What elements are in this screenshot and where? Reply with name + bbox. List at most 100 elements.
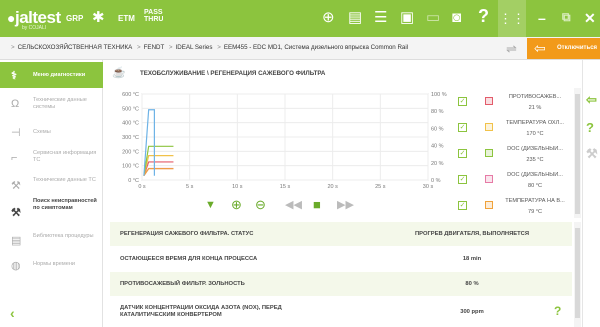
arrow-left-icon[interactable]: ⇦ [586,92,597,108]
y-right-tick-label: 60 % [431,126,444,132]
page-title: ТЕХОБСЛУЖИВАНИЕ \ РЕГЕНЕРАЦИЯ САЖЕВОГО Ф… [140,70,326,77]
globe-icon[interactable]: ⊕ [322,10,335,25]
library-icon: ▤ [11,235,22,247]
mechanic-icon[interactable]: ✱ [92,10,105,25]
fast-forward-icon[interactable]: ▶▶ [337,197,354,213]
legend-name: ТЕМПЕРАТУРА НА В... [505,198,565,204]
schemes-icon: ⊣ [11,127,21,139]
checkbox[interactable]: ✓ [458,175,467,184]
tools-icon[interactable]: ⚒ [586,146,598,162]
time-icon: ◍ [11,260,21,272]
service-info-icon: ⌐ [11,152,18,164]
close-button[interactable]: ✕ [584,10,596,27]
document-icon[interactable]: ▤ [348,10,362,25]
pass-thru-button[interactable]: PASS THRU [144,9,163,23]
top-bar: ●jaltest by COJALI GRP ✱ ETM PASS THRU ⊕ … [0,0,600,37]
oil-can-icon: ☕ [112,67,126,79]
table-row: ДАТЧИК КОНЦЕНТРАЦИИ ОКСИДА АЗОТА (NOX), … [120,304,562,318]
color-swatch [485,201,493,209]
checkbox[interactable]: ✓ [458,97,467,106]
breadcrumb-item[interactable]: СЕЛЬСКОХОЗЯЙСТВЕННАЯ ТЕХНИКА [18,44,133,51]
briefcase-icon[interactable]: ▣ [400,10,414,25]
sidebar-item-troubleshooting[interactable]: ⚒ Поиск неисправностей по симптомам [0,198,103,228]
legend-value: 21 % [528,105,542,111]
breadcrumb-item[interactable]: IDEAL Series [176,44,213,51]
y-left-tick-label: 200 °C [122,149,139,155]
table-row: ПРОТИВОСАЖЕВЫЙ ФИЛЬТР. ЗОЛЬНОСТЬ 80 % [110,272,572,296]
legend-item[interactable]: ✓ ПРОТИВОСАЖЕВ... 21 % [455,92,571,118]
right-rail: ⇦ ? ⚒ [582,60,600,327]
x-tick-label: 20 s [327,184,338,190]
y-left-tick-label: 300 °C [122,135,139,141]
help-icon[interactable]: ? [554,304,561,318]
legend-item[interactable]: ✓ DOC (ДИЗЕЛЬНЫЙ... 80 °C [455,170,571,196]
x-tick-label: 30 s [423,184,434,190]
legend-name: ПРОТИВОСАЖЕВ... [508,94,562,100]
y-left-tick-label: 100 °C [122,164,139,170]
x-tick-label: 0 s [138,184,146,190]
sidebar-item-system-data[interactable]: Ω Технические данные системы [0,90,103,118]
arrow-left-icon: ⇦ [534,40,546,56]
grid-menu-button[interactable]: ⋮⋮ [498,0,526,37]
x-tick-label: 10 s [232,184,243,190]
checkbox[interactable]: ✓ [458,201,467,210]
legend-name: DOC (ДИЗЕЛЬНЫЙ... [507,172,563,178]
x-tick-label: 15 s [280,184,291,190]
brand-subtitle: by COJALI [22,25,47,31]
zoom-out-icon[interactable]: ⊖ [255,197,266,213]
page-header: ☕ ТЕХОБСЛУЖИВАНИЕ \ РЕГЕНЕРАЦИЯ САЖЕВОГО… [112,66,572,80]
checkbox[interactable]: ✓ [458,149,467,158]
x-tick-label: 5 s [186,184,194,190]
legend-value: 235 °C [526,157,544,163]
legend-name: ТЕМПЕРАТУРА ОХЛ... [506,120,564,126]
legend-name: DOC (ДИЗЕЛЬНЫЙ... [507,146,563,152]
legend-item[interactable]: ✓ ТЕМПЕРАТУРА НА В... 79 °C [455,196,571,222]
sidebar: ⚕ Меню диагностики Ω Технические данные … [0,60,103,327]
zoom-in-icon[interactable]: ⊕ [231,197,242,213]
legend-item[interactable]: ✓ DOC (ДИЗЕЛЬНЫЙ... 235 °C [455,144,571,170]
color-swatch [485,123,493,131]
stethoscope-icon: ⚕ [11,70,17,82]
sidebar-item-diagnostics-menu[interactable]: ⚕ Меню диагностики [0,62,103,88]
sidebar-item-library[interactable]: ▤ Библиотека процедуры [0,228,103,254]
sidebar-item-vehicle-data[interactable]: ⚒ Технические данные ТС [0,172,103,198]
sidebar-item-schemes[interactable]: ⊣ Схемы [0,120,103,144]
legend-scrollbar[interactable] [574,88,581,218]
y-right-tick-label: 40 % [431,144,444,150]
legend-value: 170 °C [526,131,544,137]
restore-button[interactable]: ⧉ [562,10,571,25]
legend-value: 80 °C [527,183,543,189]
y-right-tick-label: 0 % [431,178,441,184]
breadcrumb-item[interactable]: FENDT [144,44,165,51]
etm-button[interactable]: ETM [118,14,135,23]
disconnect-button[interactable]: ⇦ Отключиться [527,38,600,59]
minimize-button[interactable]: – [538,10,546,26]
legend-value: 79 °C [527,209,543,215]
breadcrumb-item[interactable]: EEM455 - EDC MD1, Система дизельного впр… [224,44,408,51]
table-scrollbar[interactable] [574,222,581,327]
camera-icon[interactable]: ◙ [452,10,461,25]
help-icon[interactable]: ? [478,7,489,25]
chevron-down-icon[interactable]: ▼ [205,197,216,213]
stop-icon[interactable]: ■ [313,197,321,213]
grp-button[interactable]: GRP [66,14,83,23]
x-tick-label: 25 s [375,184,386,190]
help-icon[interactable]: ? [586,120,594,135]
table-row: ОСТАЮЩЕЕСЯ ВРЕМЯ ДЛЯ КОНЦА ПРОЦЕССА 18 m… [120,256,482,262]
back-arrow-icon[interactable]: ‹ [10,305,15,321]
checkbox[interactable]: ✓ [458,123,467,132]
sidebar-item-service-info[interactable]: ⌐ Сервисная информация ТС [0,144,103,172]
legend-item[interactable]: ✓ ТЕМПЕРАТУРА ОХЛ... 170 °C [455,118,571,144]
vehicle-data-icon: ⚒ [11,180,21,192]
color-swatch [485,175,493,183]
rewind-icon[interactable]: ◀◀ [285,197,302,213]
troubleshooting-icon: ⚒ [11,207,21,219]
y-right-tick-label: 20 % [431,161,444,167]
battery-icon[interactable]: ▭ [426,10,440,25]
y-left-tick-label: 500 °C [122,106,139,112]
list-icon[interactable]: ☰ [374,10,387,25]
y-left-tick-label: 400 °C [122,121,139,127]
color-swatch [485,97,493,105]
y-left-tick-label: 600 °C [122,92,139,98]
sidebar-item-time-norms[interactable]: ◍ Нормы времени [0,254,103,276]
